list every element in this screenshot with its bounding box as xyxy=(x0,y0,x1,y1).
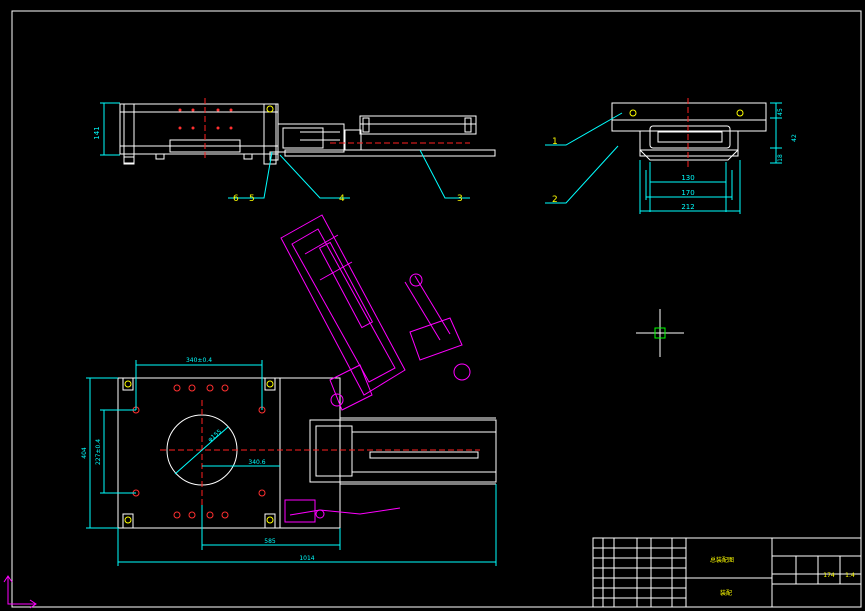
part-label-6: 6 xyxy=(233,194,239,204)
side-height-label: 141 xyxy=(93,126,101,139)
part-label-2: 2 xyxy=(552,195,558,205)
dim-170: 170 xyxy=(681,189,694,197)
part-label-1: 1 xyxy=(552,137,558,147)
plan-view-holes xyxy=(124,380,274,524)
rotated-lever-arm xyxy=(280,214,471,523)
plan-view-dimensions xyxy=(86,360,497,566)
dim-585: 585 xyxy=(264,538,276,545)
dim-1014: 1014 xyxy=(299,555,314,562)
dim-340-b: 340.6 xyxy=(248,459,265,466)
dim-340-tol: 340±0.4 xyxy=(186,357,212,364)
drawing-border xyxy=(11,10,862,608)
dim-130: 130 xyxy=(681,174,694,182)
plan-view xyxy=(117,377,497,529)
end-view-body xyxy=(611,102,767,132)
title-scale: 1:4 xyxy=(845,572,855,579)
title-drawing-name: 总装配图 xyxy=(710,556,734,564)
ucs-icon xyxy=(3,575,37,609)
side-view xyxy=(119,103,496,165)
plan-view-cylinder xyxy=(309,419,497,483)
part-label-5: 5 xyxy=(249,194,255,204)
end-view xyxy=(611,102,767,161)
dim-404: 404 xyxy=(81,447,88,459)
title-code: 装配 xyxy=(720,589,732,597)
part-label-4: 4 xyxy=(339,194,345,204)
side-height-dimension xyxy=(100,102,120,156)
dim-18: 18 xyxy=(777,154,784,162)
dim-bore-dia: φ155 xyxy=(207,428,223,443)
cad-drawing-canvas: 141 6 5 4 3 130 170 212 45 42 18 1 2 340… xyxy=(3,10,862,609)
dim-42: 42 xyxy=(791,134,798,142)
dim-227: 227±0.4 xyxy=(95,439,102,465)
crosshair-cursor xyxy=(636,309,684,357)
part-label-3: 3 xyxy=(457,194,463,204)
title-sheet: 174 xyxy=(823,572,835,579)
dim-212: 212 xyxy=(681,203,694,211)
dim-45: 45 xyxy=(777,108,784,116)
